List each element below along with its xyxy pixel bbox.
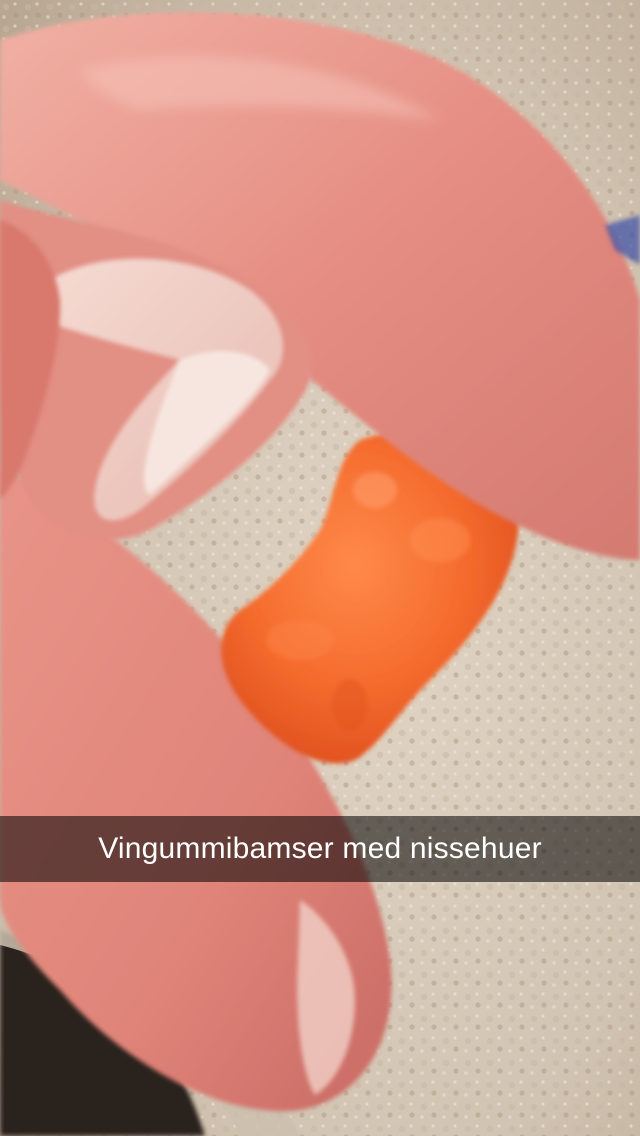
snap-photo: Vingummibamser med nissehuer <box>0 0 640 1136</box>
photo-scene <box>0 0 640 1136</box>
caption-bar: Vingummibamser med nissehuer <box>0 816 640 882</box>
caption-text: Vingummibamser med nissehuer <box>98 832 542 865</box>
